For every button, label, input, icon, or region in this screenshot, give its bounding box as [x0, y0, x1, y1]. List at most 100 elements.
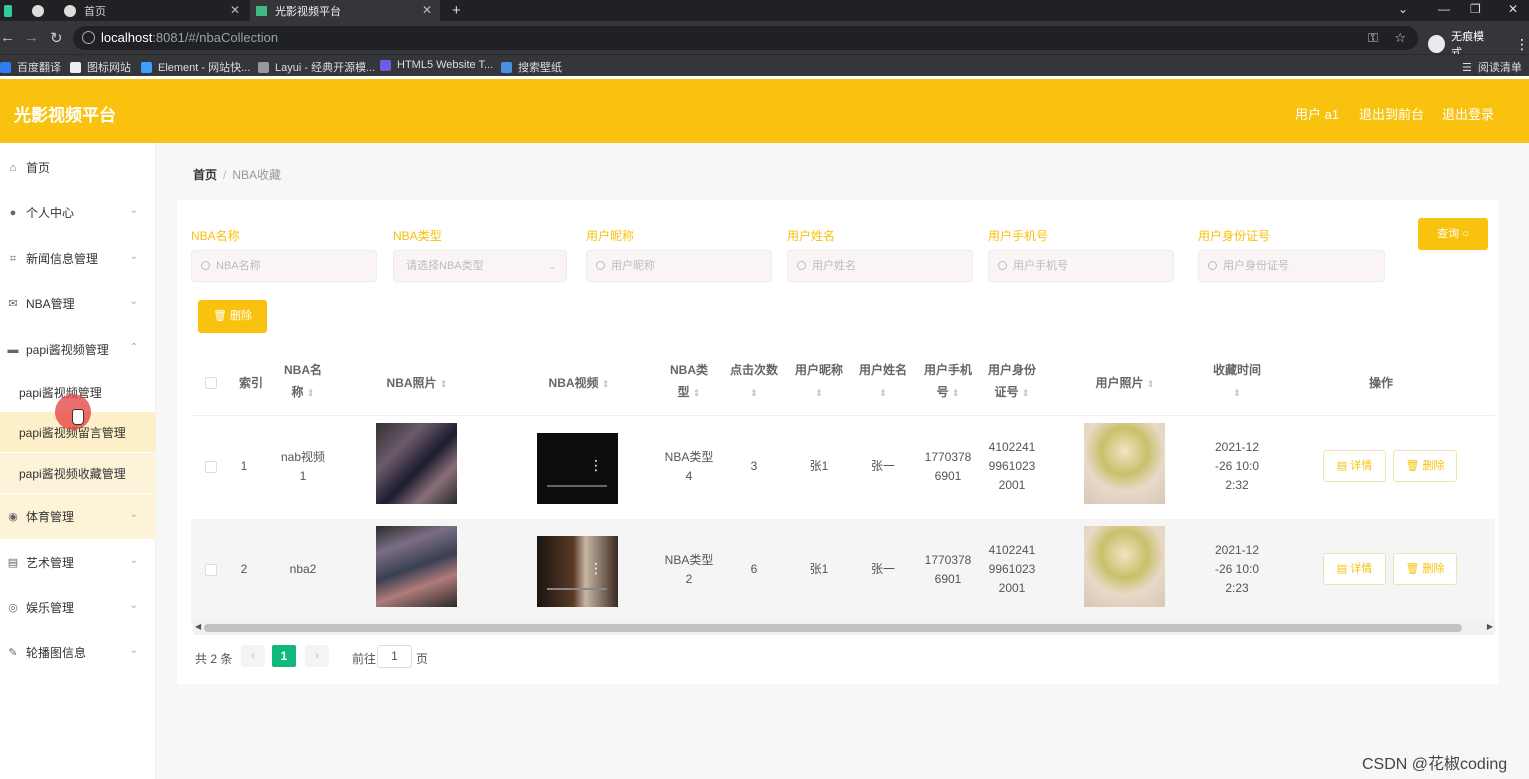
page-1-button[interactable]: 1	[272, 645, 296, 667]
detail-button[interactable]: ▤ 详情	[1323, 553, 1386, 585]
next-page-button[interactable]: ›	[305, 645, 329, 667]
sidebar-item-carousel[interactable]: ✎ 轮播图信息 ⌄	[0, 630, 156, 675]
more-vertical-icon[interactable]: ⋮	[589, 457, 603, 474]
bookmark-item[interactable]: 百度翻译	[0, 59, 61, 75]
sidebar-item-entertainment[interactable]: ◎ 娱乐管理 ⌄	[0, 585, 156, 630]
restore-icon[interactable]: ❐	[1470, 2, 1481, 16]
scrollbar-thumb[interactable]	[204, 624, 1462, 632]
watermark: CSDN @花椒coding	[1362, 756, 1508, 773]
forward-icon[interactable]: →	[24, 29, 39, 46]
pinned-tab-globe[interactable]	[26, 0, 52, 21]
sort-icon: ⇕	[306, 388, 315, 398]
bookmark-item[interactable]: Element - 网站快...	[141, 59, 250, 75]
nba-photo-thumbnail[interactable]	[376, 423, 457, 504]
col-video[interactable]: NBA视频 ⇕	[529, 372, 629, 395]
phone-input[interactable]: 用户手机号	[988, 250, 1174, 282]
goto-page-input[interactable]: 1	[377, 645, 412, 668]
col-name[interactable]: NBA名称 ⇕	[273, 359, 333, 404]
vue-icon	[256, 5, 267, 16]
nba-video-player[interactable]: ⋮	[537, 433, 618, 504]
search-icon	[1208, 261, 1217, 270]
query-button[interactable]: 查询 ○	[1418, 218, 1488, 250]
col-nickname[interactable]: 用户昵称 ⇕	[792, 359, 846, 404]
col-type-line1: NBA类	[670, 363, 708, 377]
cell-nickname: 张1	[809, 562, 829, 576]
breadcrumb-home[interactable]: 首页	[193, 168, 217, 182]
bookmark-item[interactable]: HTML5 Website T...	[380, 59, 493, 71]
sidebar-item-personal[interactable]: ● 个人中心 ⌄	[0, 190, 156, 235]
query-label: 查询	[1437, 228, 1460, 240]
sidebar-item-news[interactable]: ⌗ 新闻信息管理 ⌄	[0, 236, 156, 281]
sidebar-item-art[interactable]: ▤ 艺术管理 ⌄	[0, 540, 156, 585]
table-horizontal-scrollbar[interactable]: ◀ ▶	[193, 621, 1495, 635]
key-icon[interactable]: ⚿	[1368, 26, 1378, 50]
close-icon[interactable]: ✕	[422, 3, 432, 17]
col-clicks[interactable]: 点击次数 ⇕	[726, 359, 782, 404]
nba-photo-thumbnail[interactable]	[376, 526, 457, 607]
user-photo-thumbnail[interactable]	[1084, 423, 1165, 504]
select-all-checkbox[interactable]	[205, 377, 217, 389]
col-userphoto[interactable]: 用户照片 ⇕	[1071, 372, 1179, 395]
cell-id-line2: 9961023	[988, 459, 1036, 473]
sidebar-item-home[interactable]: ⌂ 首页	[0, 145, 156, 190]
col-realname-label: 用户姓名	[858, 363, 907, 377]
tab-platform[interactable]: 光影视频平台 ✕	[250, 0, 440, 21]
sidebar-item-papi[interactable]: ▬ papi酱视频管理 ⌃	[0, 327, 156, 372]
sidebar-item-nba[interactable]: ✉ NBA管理 ⌄	[0, 281, 156, 326]
col-phone[interactable]: 用户手机号 ⇕	[920, 359, 976, 404]
nba-name-input[interactable]: NBA名称	[191, 250, 377, 282]
col-clicks-label: 点击次数	[729, 363, 778, 377]
row-checkbox[interactable]	[205, 564, 217, 576]
bookmark-item[interactable]: 图标网站	[70, 59, 131, 75]
idcard-input[interactable]: 用户身份证号	[1198, 250, 1385, 282]
reading-list[interactable]: ☰ 阅读清单	[1462, 59, 1522, 75]
info-icon[interactable]	[82, 31, 95, 44]
row-delete-button[interactable]: 🗑 删除	[1393, 553, 1457, 585]
nickname-input[interactable]: 用户昵称	[586, 250, 772, 282]
prev-page-button[interactable]: ‹	[241, 645, 265, 667]
video-progress-bar[interactable]	[547, 588, 607, 590]
breadcrumb-separator: /	[223, 168, 227, 182]
close-icon[interactable]: ✕	[230, 3, 240, 17]
scroll-right-icon[interactable]: ▶	[1487, 622, 1493, 631]
col-time[interactable]: 收藏时间 ⇕	[1207, 359, 1267, 404]
tab-search-icon[interactable]: ⌄	[1398, 2, 1408, 16]
col-realname[interactable]: 用户姓名 ⇕	[856, 359, 910, 404]
url-input[interactable]: localhost:8081/#/nbaCollection ⚿ ☆	[73, 26, 1418, 50]
tab-home[interactable]: 首页 ✕	[58, 0, 248, 21]
more-vertical-icon[interactable]: ⋮	[589, 560, 603, 577]
logout-link[interactable]: 退出登录	[1442, 104, 1494, 123]
window-close-icon[interactable]: ✕	[1508, 2, 1518, 16]
back-icon[interactable]: ←	[0, 29, 15, 46]
row-checkbox[interactable]	[205, 461, 217, 473]
user-photo-thumbnail[interactable]	[1084, 526, 1165, 607]
minimize-icon[interactable]: —	[1438, 2, 1450, 16]
col-phone-line2: 号	[936, 385, 949, 399]
placeholder: 用户手机号	[1013, 260, 1068, 272]
col-idcard[interactable]: 用户身份 证号 ⇕	[984, 359, 1040, 404]
sidebar-item-sports[interactable]: ◉ 体育管理 ⌄	[0, 494, 156, 539]
bookmark-item[interactable]: Layui - 经典开源模...	[258, 59, 375, 75]
reload-icon[interactable]: ↻	[50, 29, 63, 47]
realname-input[interactable]: 用户姓名	[787, 250, 973, 282]
placeholder: NBA名称	[216, 260, 261, 272]
col-photo[interactable]: NBA照片 ⇕	[367, 372, 467, 395]
user-label[interactable]: 用户 a1	[1295, 104, 1339, 123]
video-progress-bar[interactable]	[547, 485, 607, 487]
more-menu-icon[interactable]: ⋮	[1515, 36, 1529, 53]
star-icon[interactable]: ☆	[1394, 26, 1406, 50]
nba-type-select[interactable]: 请选择NBA类型 ⌄	[393, 250, 567, 282]
sidebar-sub-papi-collection[interactable]: papi酱视频收藏管理	[0, 453, 156, 493]
col-type[interactable]: NBA类型 ⇕	[659, 359, 719, 404]
back-to-front-link[interactable]: 退出到前台	[1359, 104, 1424, 123]
cell-time-line2: -26 10:0	[1214, 562, 1260, 576]
batch-delete-button[interactable]: 🗑 删除	[198, 300, 267, 333]
pinned-tab[interactable]	[0, 0, 20, 21]
bookmark-item[interactable]: 搜索壁纸	[501, 59, 562, 75]
scroll-left-icon[interactable]: ◀	[195, 622, 201, 631]
detail-button[interactable]: ▤ 详情	[1323, 450, 1386, 482]
chevron-down-icon: ⌄	[129, 600, 138, 611]
nba-video-player[interactable]: ⋮	[537, 536, 618, 607]
row-delete-button[interactable]: 🗑 删除	[1393, 450, 1457, 482]
new-tab-button[interactable]: +	[452, 0, 466, 21]
